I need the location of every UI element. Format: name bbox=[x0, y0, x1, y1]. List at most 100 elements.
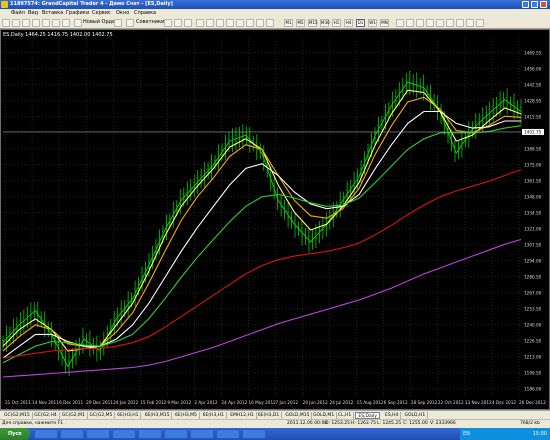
maximize-button[interactable] bbox=[531, 1, 538, 8]
chart-tab[interactable]: GOLD,M15 bbox=[283, 412, 313, 419]
taskbar-item[interactable] bbox=[138, 429, 162, 439]
taskbar-item[interactable] bbox=[190, 429, 214, 439]
y-tick-label: 1375.00 bbox=[524, 162, 542, 167]
bar-chart-button[interactable] bbox=[164, 19, 172, 27]
candles-button[interactable] bbox=[174, 19, 182, 27]
taskbar-item[interactable] bbox=[216, 429, 240, 439]
chart-tab[interactable]: GC(G2,M1 bbox=[60, 412, 88, 419]
terminal-button[interactable] bbox=[52, 19, 60, 27]
taskbar-item[interactable] bbox=[60, 429, 84, 439]
profiles-button[interactable] bbox=[12, 19, 20, 27]
taskbar-item[interactable] bbox=[242, 429, 266, 439]
x-tick-label: 24 Jul 2012 bbox=[330, 400, 354, 405]
status-high: H: 1263.75 bbox=[351, 421, 376, 426]
channel-button[interactable] bbox=[446, 19, 454, 27]
fibonacci-button[interactable] bbox=[456, 19, 464, 27]
zoom-in-button[interactable] bbox=[196, 19, 204, 27]
chart-tab[interactable]: GC(G2,M15 bbox=[2, 412, 33, 419]
chart-tab[interactable]: 6E(H3,H1 bbox=[115, 412, 142, 419]
menu-tools[interactable]: Сервис bbox=[92, 10, 111, 16]
cursor-button[interactable] bbox=[396, 19, 404, 27]
taskbar-item[interactable] bbox=[164, 429, 188, 439]
y-tick-label: 1294.00 bbox=[524, 258, 542, 263]
timeframe-m5[interactable]: M5 bbox=[296, 19, 305, 27]
menu-file[interactable]: Файл bbox=[11, 10, 25, 16]
chart-tab[interactable]: 6E(H3,M15 bbox=[143, 412, 173, 419]
menu-charts[interactable]: Графики bbox=[66, 10, 89, 16]
chart-tab[interactable]: 6E(H3,D1 bbox=[256, 412, 283, 419]
timeframe-m15[interactable]: M15 bbox=[308, 19, 318, 27]
menu-insert[interactable]: Вставка bbox=[42, 10, 63, 16]
status-open: O: 1253.25 bbox=[325, 421, 351, 426]
horizontal-line-button[interactable] bbox=[426, 19, 434, 27]
chart-tab[interactable]: ES,Daily bbox=[355, 412, 380, 419]
experts-button[interactable]: Советники bbox=[136, 19, 164, 25]
x-tick-label: 26 Dec 2012 bbox=[519, 400, 546, 405]
navigator-button[interactable] bbox=[42, 19, 50, 27]
periods-button[interactable] bbox=[256, 19, 264, 27]
chart-tab[interactable]: EMH12,H1 bbox=[228, 412, 257, 419]
y-tick-label: 1213.00 bbox=[524, 354, 542, 359]
chart-tab[interactable]: GOLD,M1 bbox=[311, 412, 338, 419]
chart-shift-button[interactable] bbox=[236, 19, 244, 27]
window-title: 11897574: GrandCapital Trader 4 - Демо С… bbox=[10, 1, 173, 7]
meta-editor-button[interactable] bbox=[114, 19, 122, 27]
chart-tab[interactable]: GC(G2,M5 bbox=[88, 412, 116, 419]
timeframe-h1[interactable]: H1 bbox=[332, 19, 341, 27]
minimize-button[interactable] bbox=[522, 1, 529, 8]
auto-scroll-button[interactable] bbox=[226, 19, 234, 27]
trendline-button[interactable] bbox=[436, 19, 444, 27]
status-volume: V: 2333966 bbox=[430, 421, 456, 426]
series-line bbox=[2, 238, 522, 378]
timeframe-m1[interactable]: M1 bbox=[284, 19, 293, 27]
y-tick-label: 1361.50 bbox=[524, 178, 542, 183]
tile-windows-button[interactable] bbox=[216, 19, 224, 27]
chart-tab[interactable]: ES,H4 bbox=[383, 412, 402, 419]
line-chart-button[interactable] bbox=[184, 19, 192, 27]
timeframe-mn[interactable]: MN bbox=[380, 19, 389, 27]
templates-button[interactable] bbox=[266, 19, 274, 27]
text-button[interactable] bbox=[466, 19, 474, 27]
menu-view[interactable]: Вид bbox=[28, 10, 38, 16]
language-indicator[interactable]: EN bbox=[463, 431, 470, 437]
timeframe-h4[interactable]: H4 bbox=[344, 19, 353, 27]
new-chart-button[interactable] bbox=[2, 19, 10, 27]
chart-tab[interactable]: CL,H1 bbox=[336, 412, 355, 419]
strategy-tester-button[interactable] bbox=[62, 19, 70, 27]
vertical-line-button[interactable] bbox=[416, 19, 424, 27]
crosshair-button[interactable] bbox=[406, 19, 414, 27]
x-tick-label: 29 Jun 2012 bbox=[303, 400, 329, 405]
taskbar-item[interactable] bbox=[34, 429, 58, 439]
x-tick-label: 13 Nov 2012 bbox=[465, 400, 492, 405]
timeframe-w1[interactable]: W1 bbox=[368, 19, 377, 27]
chart-tab[interactable]: GC(G2,H4 bbox=[32, 412, 60, 419]
chart-window[interactable]: 21 Oct 2011 14 Nov 2011 6 Dec 2011 29 Dec 2… bbox=[0, 29, 550, 410]
indicators-button[interactable] bbox=[246, 19, 254, 27]
chart-tab[interactable]: GOLD,H1 bbox=[403, 412, 429, 419]
zoom-out-button[interactable] bbox=[206, 19, 214, 27]
x-tick-label: 6 Dec 2011 bbox=[59, 400, 83, 405]
taskbar-item[interactable] bbox=[112, 429, 136, 439]
experts-icon bbox=[126, 19, 134, 27]
market-watch-button[interactable] bbox=[22, 19, 30, 27]
chart-tab[interactable]: 6E(H3,M5 bbox=[173, 412, 200, 419]
close-button[interactable] bbox=[540, 1, 547, 8]
chart-tab[interactable]: 6E(H3,H1 bbox=[201, 412, 227, 419]
y-tick-label: 1348.00 bbox=[524, 194, 542, 199]
menu-window[interactable]: Окно bbox=[116, 10, 129, 16]
x-tick-label: 22 Oct 2012 bbox=[438, 400, 464, 405]
x-tick-label: 29 Dec 2011 bbox=[86, 400, 113, 405]
taskbar-item[interactable] bbox=[86, 429, 110, 439]
price-chart[interactable]: 21 Oct 2011 14 Nov 2011 6 Dec 2011 29 Dec 2… bbox=[1, 30, 549, 409]
start-button[interactable]: Пуск bbox=[0, 428, 30, 440]
y-tick-label: 1334.50 bbox=[524, 210, 542, 215]
y-tick-label: 1456.00 bbox=[524, 66, 542, 71]
timeframe-d1[interactable]: D1 bbox=[356, 19, 365, 27]
series-line bbox=[2, 96, 522, 352]
y-tick-label: 1186.00 bbox=[524, 386, 542, 391]
x-tick-label: 9 Mar 2012 bbox=[167, 400, 191, 405]
menu-help[interactable]: Справка bbox=[134, 10, 156, 16]
timeframe-m30[interactable]: M30 bbox=[320, 19, 330, 27]
arrow-button[interactable] bbox=[476, 19, 484, 27]
data-window-button[interactable] bbox=[32, 19, 40, 27]
